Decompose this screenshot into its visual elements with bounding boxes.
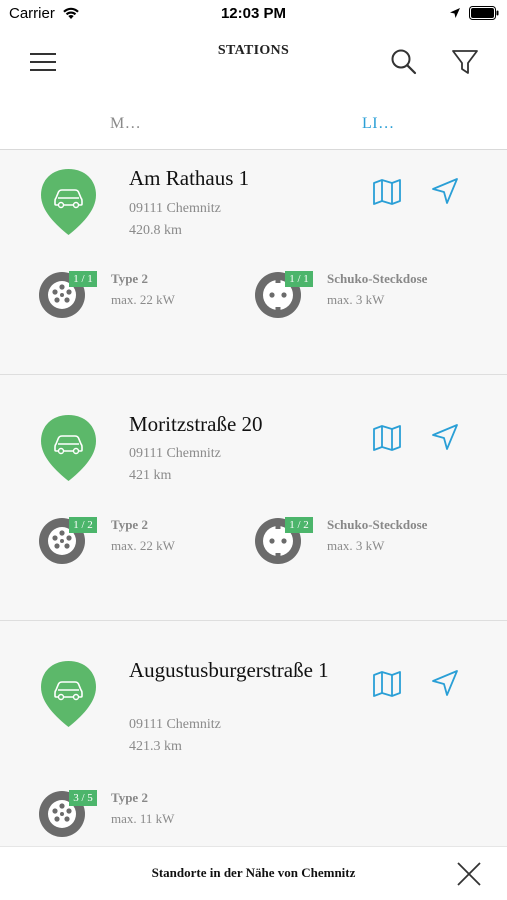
page-title: STATIONS — [217, 43, 290, 58]
availability-badge: 1 / 1 — [69, 271, 97, 287]
charging-station-pin-icon — [41, 169, 96, 235]
navigate-icon[interactable] — [430, 668, 460, 698]
station-card[interactable]: Augustusburgerstraße 1 09111 Chemnitz 42… — [0, 621, 507, 846]
station-city: 09111 Chemnitz — [129, 201, 221, 216]
connector-power: max. 22 kW — [111, 292, 175, 307]
navigate-icon[interactable] — [430, 422, 460, 452]
location-banner-text: Standorte in der Nähe von Chemnitz — [151, 865, 356, 880]
connector-type: Schuko-Steckdose — [327, 517, 428, 532]
availability-badge: 3 / 5 — [69, 790, 97, 806]
status-bar: Carrier 12:03 PM — [0, 0, 507, 28]
connector-power: max. 3 kW — [327, 292, 385, 307]
connector-power: max. 3 kW — [327, 538, 385, 553]
connector-type: Schuko-Steckdose — [327, 271, 428, 286]
station-name: Augustusburgerstraße 1 — [129, 658, 329, 682]
location-services-icon — [450, 8, 460, 18]
availability-badge: 1 / 1 — [285, 271, 313, 287]
battery-icon — [469, 6, 499, 20]
station-distance: 420.8 km — [129, 223, 182, 238]
station-list[interactable]: Am Rathaus 1 09111 Chemnitz 420.8 km 1 /… — [0, 150, 507, 846]
clock: 12:03 PM — [220, 5, 287, 22]
station-name: Moritzstraße 20 — [129, 412, 263, 436]
connector-power: max. 11 kW — [111, 811, 175, 826]
tab-list[interactable]: LI… — [362, 115, 395, 133]
filter-icon[interactable] — [450, 46, 480, 78]
location-banner: Standorte in der Nähe von Chemnitz — [0, 846, 507, 900]
connector-power: max. 22 kW — [111, 538, 175, 553]
charging-station-pin-icon — [41, 415, 96, 481]
tab-map[interactable]: M… — [110, 115, 141, 133]
navigation-bar: STATIONS — [0, 28, 507, 98]
view-switcher: M… LI… — [0, 98, 507, 150]
station-city: 09111 Chemnitz — [129, 446, 221, 461]
availability-badge: 1 / 2 — [69, 517, 97, 533]
station-distance: 421.3 km — [129, 739, 182, 754]
search-icon[interactable] — [388, 46, 420, 78]
navigate-icon[interactable] — [430, 176, 460, 206]
map-icon[interactable] — [372, 670, 402, 698]
map-icon[interactable] — [372, 424, 402, 452]
station-city: 09111 Chemnitz — [129, 717, 221, 732]
close-icon[interactable] — [455, 860, 483, 888]
map-icon[interactable] — [372, 178, 402, 206]
station-card[interactable]: Am Rathaus 1 09111 Chemnitz 420.8 km 1 /… — [0, 150, 507, 375]
availability-badge: 1 / 2 — [285, 517, 313, 533]
connector-type: Type 2 — [111, 790, 148, 805]
station-name: Am Rathaus 1 — [129, 166, 250, 190]
station-distance: 421 km — [129, 468, 172, 483]
charging-station-pin-icon — [41, 661, 96, 727]
connector-type: Type 2 — [111, 271, 148, 286]
connector-type: Type 2 — [111, 517, 148, 532]
station-card[interactable]: Moritzstraße 20 09111 Chemnitz 421 km 1 … — [0, 375, 507, 621]
